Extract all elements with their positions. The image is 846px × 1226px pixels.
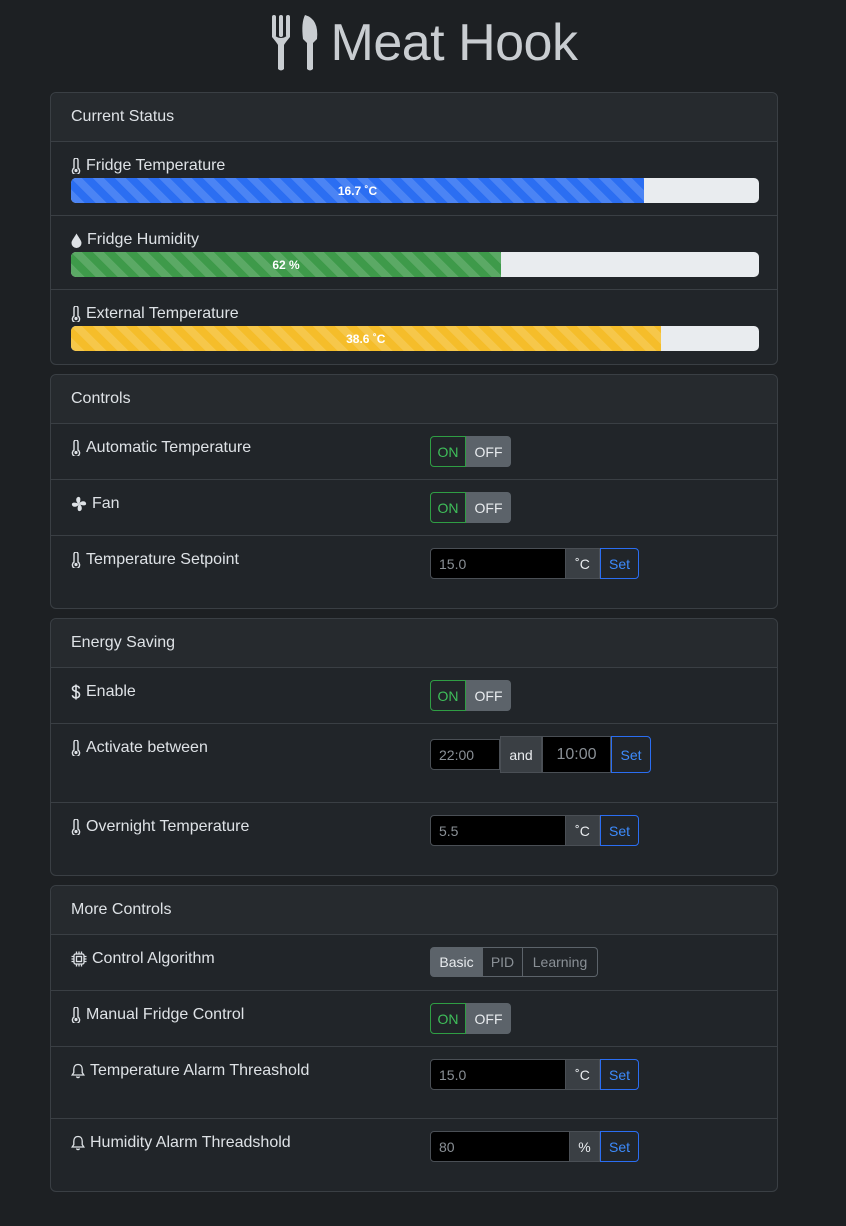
activate-between-group: 22:00 and 10:00 Set (430, 736, 651, 773)
start-time-input[interactable]: 22:00 (430, 739, 500, 770)
control-algorithm-row: Control Algorithm Basic PID Learning (51, 935, 777, 991)
on-button[interactable]: ON (430, 492, 466, 523)
off-button[interactable]: OFF (466, 680, 511, 711)
temperature-alarm-group: 15.0 ˚C Set (430, 1059, 639, 1090)
set-button[interactable]: Set (600, 548, 639, 579)
on-button[interactable]: ON (430, 680, 466, 711)
app-header: Meat Hook (0, 8, 846, 78)
fan-row: Fan ON OFF (51, 480, 777, 536)
temperature-setpoint-row: Temperature Setpoint 15.0 ˚C Set (51, 536, 777, 608)
automatic-temperature-toggle: ON OFF (430, 436, 511, 467)
thermometer-icon (71, 158, 81, 174)
manual-fridge-control-label: Manual Fridge Control (86, 1006, 245, 1023)
fan-label: Fan (92, 495, 120, 512)
algorithm-option-pid[interactable]: PID (483, 947, 523, 977)
off-button[interactable]: OFF (466, 1003, 511, 1034)
humidity-alarm-label: Humidity Alarm Threadshold (90, 1134, 291, 1151)
card-title: Energy Saving (51, 619, 777, 668)
temperature-alarm-row: Temperature Alarm Threashold 15.0 ˚C Set (51, 1047, 777, 1119)
temperature-setpoint-group: 15.0 ˚C Set (430, 548, 639, 579)
unit-label: ˚C (566, 548, 600, 579)
fan-icon (71, 496, 87, 512)
external-temperature-label: External Temperature (86, 305, 239, 322)
thermometer-icon (71, 552, 81, 568)
on-button[interactable]: ON (430, 1003, 466, 1034)
set-button[interactable]: Set (600, 815, 639, 846)
overnight-temperature-group: 5.5 ˚C Set (430, 815, 639, 846)
on-button[interactable]: ON (430, 436, 466, 467)
manual-fridge-control-toggle: ON OFF (430, 1003, 511, 1034)
thermometer-icon (71, 440, 81, 456)
manual-fridge-control-row: Manual Fridge Control ON OFF (51, 991, 777, 1047)
fridge-humidity-row: Fridge Humidity 62 % (51, 216, 777, 290)
control-algorithm-label: Control Algorithm (92, 950, 215, 967)
droplet-icon (71, 233, 82, 248)
unit-label: ˚C (566, 1059, 600, 1090)
controls-card: Controls Automatic Temperature ON OFF Fa… (50, 374, 778, 609)
set-button[interactable]: Set (600, 1059, 639, 1090)
card-title: More Controls (51, 886, 777, 935)
algorithm-option-basic[interactable]: Basic (430, 947, 483, 977)
external-temperature-fill: 38.6 ˚C (71, 326, 661, 351)
card-title: Current Status (51, 93, 777, 142)
cpu-icon (71, 951, 87, 967)
off-button[interactable]: OFF (466, 492, 511, 523)
energy-enable-row: Enable ON OFF (51, 668, 777, 724)
activate-between-label: Activate between (86, 739, 208, 756)
temperature-setpoint-input[interactable]: 15.0 (430, 548, 566, 579)
fridge-humidity-fill: 62 % (71, 252, 501, 277)
utensils-icon (271, 15, 317, 71)
humidity-alarm-row: Humidity Alarm Threadshold 80 % Set (51, 1119, 777, 1191)
fridge-humidity-progress: 62 % (71, 252, 759, 277)
fridge-temperature-label: Fridge Temperature (86, 157, 226, 174)
fridge-temperature-progress: 16.7 ˚C (71, 178, 759, 203)
external-temperature-progress: 38.6 ˚C (71, 326, 759, 351)
fridge-temperature-row: Fridge Temperature 16.7 ˚C (51, 142, 777, 216)
temperature-setpoint-label: Temperature Setpoint (86, 551, 239, 568)
and-label: and (500, 736, 542, 773)
fridge-temperature-fill: 16.7 ˚C (71, 178, 645, 203)
thermometer-icon (71, 740, 81, 756)
thermometer-icon (71, 1007, 81, 1023)
overnight-temperature-row: Overnight Temperature 5.5 ˚C Set (51, 803, 777, 875)
temperature-alarm-input[interactable]: 15.0 (430, 1059, 566, 1090)
automatic-temperature-label: Automatic Temperature (86, 439, 252, 456)
unit-label: ˚C (566, 815, 600, 846)
automatic-temperature-row: Automatic Temperature ON OFF (51, 424, 777, 480)
overnight-temperature-label: Overnight Temperature (86, 818, 250, 835)
off-button[interactable]: OFF (466, 436, 511, 467)
end-time-input[interactable]: 10:00 (542, 736, 611, 773)
bell-icon (71, 1063, 85, 1079)
fridge-humidity-label: Fridge Humidity (87, 231, 200, 248)
thermometer-icon (71, 819, 81, 835)
card-title: Controls (51, 375, 777, 424)
set-button[interactable]: Set (600, 1131, 639, 1162)
thermometer-icon (71, 306, 81, 322)
fan-toggle: ON OFF (430, 492, 511, 523)
set-button[interactable]: Set (611, 736, 651, 773)
external-temperature-row: External Temperature 38.6 ˚C (51, 290, 777, 364)
unit-label: % (570, 1131, 600, 1162)
energy-saving-card: Energy Saving Enable ON OFF Activate bet… (50, 618, 778, 876)
overnight-temperature-input[interactable]: 5.5 (430, 815, 566, 846)
bell-icon (71, 1135, 85, 1151)
energy-enable-toggle: ON OFF (430, 680, 511, 711)
activate-between-row: Activate between 22:00 and 10:00 Set (51, 724, 777, 803)
humidity-alarm-group: 80 % Set (430, 1131, 639, 1162)
control-algorithm-selector: Basic PID Learning (430, 947, 598, 977)
humidity-alarm-input[interactable]: 80 (430, 1131, 570, 1162)
energy-enable-label: Enable (86, 683, 136, 700)
dollar-icon (71, 684, 81, 700)
more-controls-card: More Controls Control Algorithm Basic PI… (50, 885, 778, 1192)
app-title: Meat Hook (330, 14, 578, 72)
temperature-alarm-label: Temperature Alarm Threashold (90, 1062, 310, 1079)
current-status-card: Current Status Fridge Temperature 16.7 ˚… (50, 92, 778, 365)
algorithm-option-learning[interactable]: Learning (523, 947, 598, 977)
